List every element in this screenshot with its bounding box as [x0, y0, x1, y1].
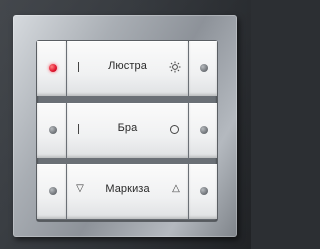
- rocker-row-lustre: Люстра: [37, 41, 217, 96]
- red-led-indicator: [49, 64, 57, 72]
- rocker-switch-markiza[interactable]: ▽ Маркиза △: [67, 164, 188, 219]
- right-led-button-bra[interactable]: [189, 103, 217, 158]
- left-led-button-markiza[interactable]: [37, 164, 66, 219]
- rocker-switch-lustre[interactable]: Люстра: [67, 41, 188, 96]
- sun-icon: [169, 61, 181, 73]
- triangle-up-icon: △: [172, 183, 180, 194]
- gray-led-indicator: [49, 187, 57, 195]
- rocker-row-markiza: ▽ Маркиза △: [37, 164, 217, 219]
- rocker-switch-bra[interactable]: Бра: [67, 103, 188, 158]
- left-led-button-lustre[interactable]: [37, 41, 66, 96]
- right-led-button-lustre[interactable]: [189, 41, 217, 96]
- gray-led-indicator: [200, 126, 208, 134]
- right-led-button-markiza[interactable]: [189, 164, 217, 219]
- left-led-button-bra[interactable]: [37, 103, 66, 158]
- gray-led-indicator: [49, 126, 57, 134]
- circle-icon: [170, 125, 179, 134]
- gray-led-indicator: [200, 187, 208, 195]
- gray-led-indicator: [200, 64, 208, 72]
- rocker-row-bra: Бра: [37, 103, 217, 158]
